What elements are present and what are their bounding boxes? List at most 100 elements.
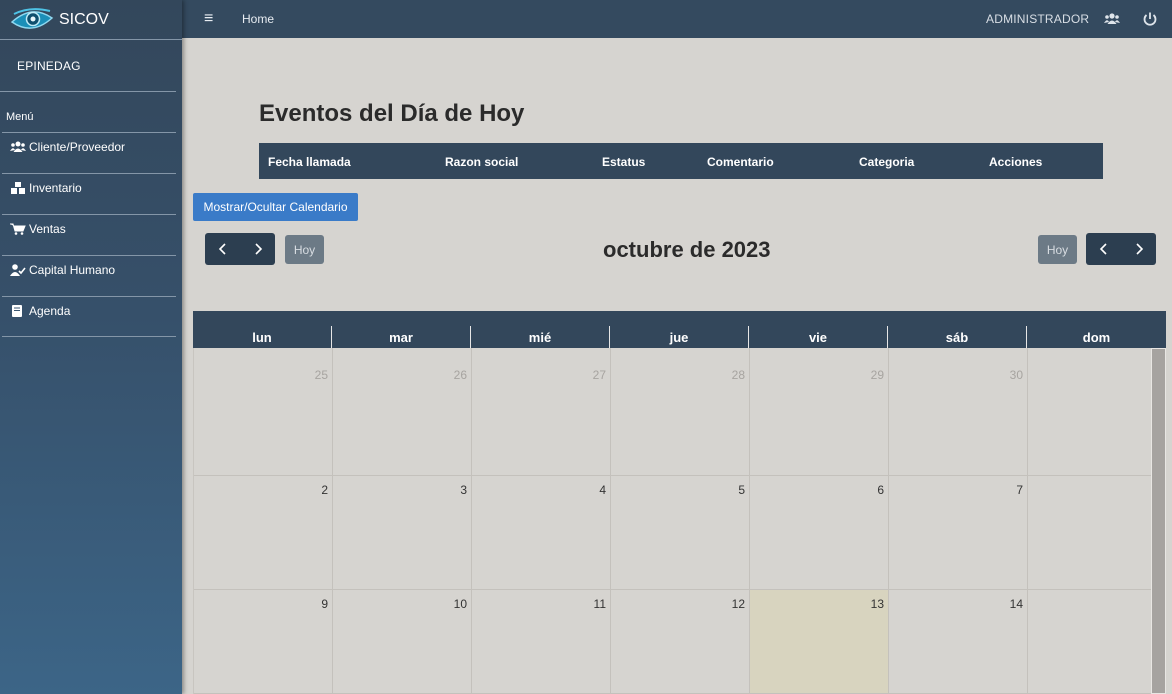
- calendar-day[interactable]: 25: [194, 348, 333, 476]
- eye-logo-icon: [10, 7, 54, 29]
- calendar-day[interactable]: 10: [333, 590, 472, 694]
- brand[interactable]: SICOV: [0, 0, 182, 40]
- calendar-day[interactable]: 27: [472, 348, 611, 476]
- boxes-icon: [11, 182, 25, 194]
- sidebar: SICOV EPINEDAG Menú Cliente/Proveedor In…: [0, 0, 182, 694]
- users-icon: [10, 141, 26, 152]
- calendar-nav-left: [205, 233, 275, 265]
- username: EPINEDAG: [17, 58, 81, 73]
- next-month-button-right[interactable]: [1121, 233, 1156, 265]
- day-number[interactable]: 14: [1010, 597, 1023, 611]
- column-header-comentario[interactable]: Comentario: [707, 155, 774, 169]
- calendar-day[interactable]: 12: [611, 590, 750, 694]
- calendar-scrollbar[interactable]: [1151, 348, 1166, 694]
- chevron-left-icon: [1099, 243, 1107, 255]
- calendar-month-title: octubre de 2023: [603, 237, 771, 262]
- day-number[interactable]: 27: [593, 368, 606, 382]
- power-icon[interactable]: [1142, 11, 1158, 27]
- day-number[interactable]: 25: [315, 368, 328, 382]
- day-number[interactable]: 7: [1016, 483, 1023, 497]
- day-number[interactable]: 11: [594, 597, 606, 611]
- weekday-0: lun: [193, 326, 332, 348]
- calendar-day-today[interactable]: 13: [750, 590, 889, 694]
- sidebar-item-ventas[interactable]: Ventas: [2, 214, 176, 255]
- sidebar-item-capital-humano[interactable]: Capital Humano: [2, 255, 176, 296]
- chevron-right-icon: [1135, 243, 1143, 255]
- day-number[interactable]: 12: [732, 597, 745, 611]
- next-month-button[interactable]: [240, 233, 275, 265]
- sidebar-item-label: Inventario: [29, 181, 82, 195]
- sidebar-item-label: Agenda: [29, 304, 71, 318]
- calendar-day[interactable]: 11: [472, 590, 611, 694]
- day-number[interactable]: 3: [460, 483, 467, 497]
- weekday-2: mié: [471, 326, 610, 348]
- user-panel[interactable]: EPINEDAG: [0, 40, 176, 92]
- chevron-right-icon: [254, 243, 262, 255]
- day-number[interactable]: 6: [877, 483, 884, 497]
- calendar-day[interactable]: 7: [889, 476, 1028, 590]
- calendar-day[interactable]: 4: [472, 476, 611, 590]
- weekday-6: dom: [1082, 330, 1111, 345]
- breadcrumb-home[interactable]: Home: [242, 12, 274, 26]
- sidebar-item-label: Ventas: [29, 222, 66, 236]
- sidebar-item-inventario[interactable]: Inventario: [2, 173, 176, 214]
- chevron-left-icon: [218, 243, 226, 255]
- calendar-day[interactable]: [1028, 348, 1152, 476]
- day-number[interactable]: 5: [738, 483, 745, 497]
- hamburger-menu-icon[interactable]: ≡: [204, 11, 218, 27]
- calendar-day[interactable]: [1028, 590, 1152, 694]
- sidebar-item-label: Cliente/Proveedor: [29, 140, 126, 154]
- scrollbar-thumb[interactable]: [1152, 349, 1165, 693]
- sidebar-item-label: Capital Humano: [29, 263, 116, 277]
- calendar-day[interactable]: 28: [611, 348, 750, 476]
- day-number[interactable]: 10: [454, 597, 467, 611]
- weekday-4: vie: [749, 326, 888, 348]
- day-number[interactable]: 26: [454, 368, 467, 382]
- calendar-body: 25 26 27 28 29 30 2 3 4 5 6 7 9 10 11 12 13 14: [193, 348, 1152, 694]
- weekday-header: lun mar mié jue vie sáb dom: [193, 311, 1166, 348]
- page-title: Eventos del Día de Hoy: [259, 100, 525, 127]
- weekday-5: sáb: [888, 326, 1027, 348]
- toggle-calendar-button[interactable]: Mostrar/Ocultar Calendario: [193, 193, 358, 221]
- column-header-acciones[interactable]: Acciones: [989, 155, 1042, 169]
- sidebar-item-agenda[interactable]: Agenda: [2, 296, 176, 337]
- today-button[interactable]: Hoy: [285, 235, 324, 264]
- day-number[interactable]: 13: [871, 597, 884, 611]
- calendar-day[interactable]: 30: [889, 348, 1028, 476]
- column-header-estatus[interactable]: Estatus: [602, 155, 645, 169]
- day-number[interactable]: 2: [321, 483, 328, 497]
- events-table-header: Fecha llamada Razon social Estatus Comen…: [259, 143, 1103, 179]
- sidebar-item-cliente-proveedor[interactable]: Cliente/Proveedor: [2, 132, 176, 173]
- calendar-day[interactable]: 9: [194, 590, 333, 694]
- cart-icon: [10, 223, 26, 235]
- today-button-right[interactable]: Hoy: [1038, 235, 1077, 264]
- column-header-razon-social[interactable]: Razon social: [445, 155, 518, 169]
- day-number[interactable]: 28: [732, 368, 745, 382]
- calendar-day[interactable]: 2: [194, 476, 333, 590]
- column-header-categoria[interactable]: Categoria: [859, 155, 914, 169]
- prev-month-button-right[interactable]: [1086, 233, 1121, 265]
- sidebar-menu: Cliente/Proveedor Inventario Ventas Capi…: [2, 132, 176, 337]
- weekday-1: mar: [332, 326, 471, 348]
- calendar-day[interactable]: 3: [333, 476, 472, 590]
- calendar-day[interactable]: 14: [889, 590, 1028, 694]
- calendar-day[interactable]: [1028, 476, 1152, 590]
- calendar-day[interactable]: 26: [333, 348, 472, 476]
- prev-month-button[interactable]: [205, 233, 240, 265]
- topbar: ≡ Home ADMINISTRADOR: [182, 0, 1172, 38]
- app-name: SICOV: [59, 10, 109, 28]
- column-header-fecha-llamada[interactable]: Fecha llamada: [268, 155, 351, 169]
- day-number[interactable]: 30: [1010, 368, 1023, 382]
- user-role-label[interactable]: ADMINISTRADOR: [986, 12, 1089, 26]
- calendar-day[interactable]: 6: [750, 476, 889, 590]
- day-number[interactable]: 9: [321, 597, 328, 611]
- calendar-day[interactable]: 29: [750, 348, 889, 476]
- users-icon[interactable]: [1104, 11, 1120, 27]
- weekday-3: jue: [610, 326, 749, 348]
- day-number[interactable]: 4: [599, 483, 606, 497]
- user-check-icon: [10, 264, 26, 276]
- menu-header: Menú: [6, 111, 34, 123]
- calendar-grid: lun mar mié jue vie sáb dom 25 26 27 28 29 30 2 3 4 5 6 7…: [193, 311, 1166, 694]
- day-number[interactable]: 29: [871, 368, 884, 382]
- calendar-day[interactable]: 5: [611, 476, 750, 590]
